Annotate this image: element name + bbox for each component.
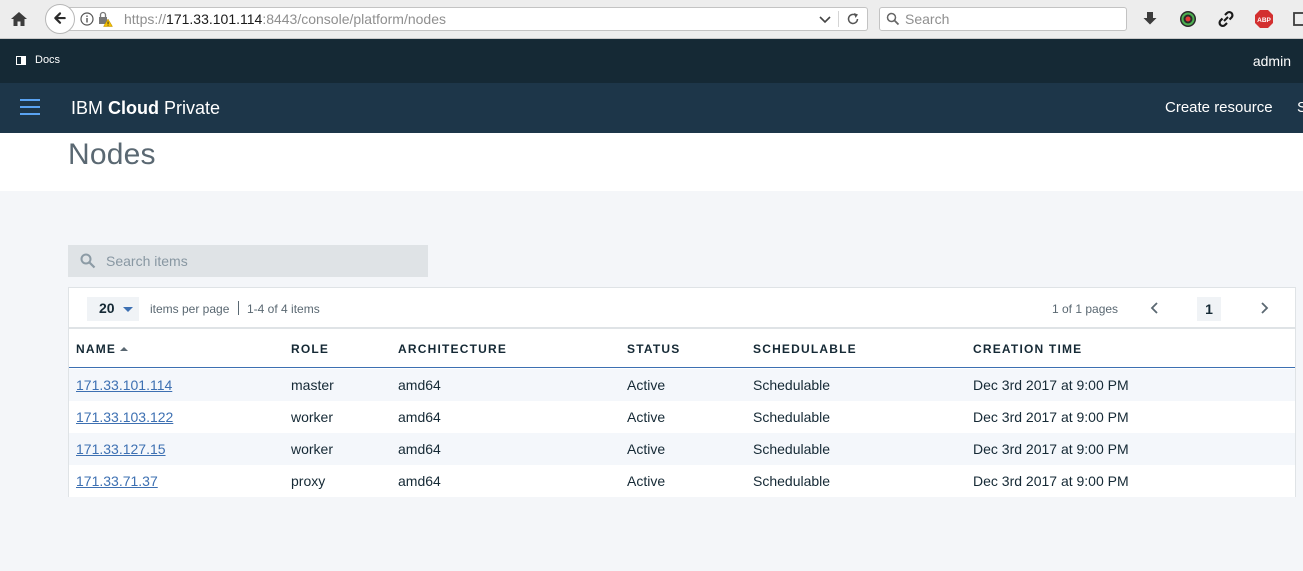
caret-down-icon bbox=[123, 307, 133, 312]
header-menu-item-cutoff[interactable]: S bbox=[1297, 99, 1303, 116]
node-creation-time: Dec 3rd 2017 at 9:00 PM bbox=[973, 409, 1129, 425]
column-header-architecture[interactable]: ARCHITECTURE bbox=[398, 342, 507, 356]
table-row[interactable]: 171.33.103.122 worker amd64 Active Sched… bbox=[69, 401, 1295, 433]
browser-search-field[interactable]: Search bbox=[879, 7, 1127, 31]
node-status: Active bbox=[627, 441, 666, 457]
arrow-left-icon bbox=[54, 12, 66, 24]
url-protocol: https:// bbox=[124, 11, 167, 27]
info-icon[interactable] bbox=[80, 12, 94, 26]
node-name-link[interactable]: 171.33.103.122 bbox=[76, 409, 173, 425]
url-text: https://171.33.101.114:8443/console/plat… bbox=[124, 11, 446, 27]
node-name-link[interactable]: 171.33.71.37 bbox=[76, 473, 158, 489]
node-creation-time: Dec 3rd 2017 at 9:00 PM bbox=[973, 473, 1129, 489]
items-per-page-label: items per page bbox=[150, 302, 230, 316]
column-header-name[interactable]: NAME bbox=[76, 342, 129, 356]
sidebar-toggle-icon[interactable] bbox=[1292, 9, 1303, 29]
top-utility-bar: Docs admin bbox=[0, 39, 1303, 83]
brand-bold: Cloud bbox=[108, 98, 160, 118]
items-per-page-select[interactable]: 20 bbox=[87, 297, 139, 321]
search-bar[interactable] bbox=[68, 245, 428, 277]
node-schedulable: Schedulable bbox=[753, 473, 831, 489]
item-range: 1-4 of 4 items bbox=[247, 302, 320, 316]
items-per-page-value: 20 bbox=[99, 300, 115, 316]
back-button[interactable] bbox=[45, 4, 75, 34]
node-creation-time: Dec 3rd 2017 at 9:00 PM bbox=[973, 377, 1129, 393]
column-header-role[interactable]: ROLE bbox=[291, 342, 329, 356]
home-icon[interactable] bbox=[9, 9, 29, 29]
node-status: Active bbox=[627, 409, 666, 425]
url-bar[interactable]: https://171.33.101.114:8443/console/plat… bbox=[60, 7, 868, 31]
docs-link[interactable]: Docs bbox=[35, 54, 60, 66]
search-input[interactable] bbox=[106, 245, 416, 277]
node-role: master bbox=[291, 377, 334, 393]
url-divider bbox=[838, 11, 839, 27]
search-icon bbox=[886, 12, 900, 26]
browser-search-placeholder: Search bbox=[905, 11, 950, 27]
extension-icon[interactable] bbox=[1178, 9, 1198, 29]
node-name-link[interactable]: 171.33.101.114 bbox=[76, 377, 172, 393]
chevron-down-icon[interactable] bbox=[818, 12, 832, 26]
node-schedulable: Schedulable bbox=[753, 409, 831, 425]
insecure-lock-icon[interactable] bbox=[97, 11, 113, 27]
url-path: :8443/console/platform/nodes bbox=[262, 11, 446, 27]
svg-text:ABP: ABP bbox=[1257, 17, 1271, 24]
node-role: proxy bbox=[291, 473, 326, 489]
table-row[interactable]: 171.33.101.114 master amd64 Active Sched… bbox=[69, 369, 1295, 401]
current-page-button[interactable]: 1 bbox=[1197, 297, 1221, 321]
table-row[interactable]: 171.33.127.15 worker amd64 Active Schedu… bbox=[69, 433, 1295, 465]
node-status: Active bbox=[627, 473, 666, 489]
node-architecture: amd64 bbox=[398, 377, 441, 393]
chevron-left-icon[interactable] bbox=[1147, 300, 1163, 316]
brand-prefix: IBM bbox=[71, 98, 109, 118]
node-name-link[interactable]: 171.33.127.15 bbox=[76, 441, 166, 457]
column-header-creation-time[interactable]: CREATION TIME bbox=[973, 342, 1082, 356]
page-title: Nodes bbox=[68, 138, 156, 171]
node-role: worker bbox=[291, 409, 334, 425]
node-architecture: amd64 bbox=[398, 473, 441, 489]
pager-divider bbox=[238, 301, 239, 315]
brand-suffix: Private bbox=[159, 98, 221, 118]
search-icon bbox=[80, 253, 96, 269]
node-schedulable: Schedulable bbox=[753, 441, 831, 457]
page-count: 1 of 1 pages bbox=[1052, 302, 1119, 316]
adblock-icon[interactable]: ABP bbox=[1254, 9, 1274, 29]
create-resource-button[interactable]: Create resource bbox=[1165, 99, 1273, 116]
browser-toolbar: https://171.33.101.114:8443/console/plat… bbox=[0, 0, 1303, 39]
column-header-schedulable[interactable]: SCHEDULABLE bbox=[753, 342, 857, 356]
docs-icon[interactable] bbox=[16, 56, 26, 65]
node-schedulable: Schedulable bbox=[753, 377, 831, 393]
table-row[interactable]: 171.33.71.37 proxy amd64 Active Schedula… bbox=[69, 465, 1295, 497]
link-icon[interactable] bbox=[1216, 9, 1236, 29]
user-menu[interactable]: admin bbox=[1253, 53, 1291, 69]
url-host: 171.33.101.114 bbox=[166, 11, 263, 27]
reload-icon[interactable] bbox=[846, 12, 860, 26]
download-icon[interactable] bbox=[1140, 9, 1160, 29]
column-header-name-label: NAME bbox=[76, 342, 117, 356]
table-header: NAME ROLE ARCHITECTURE STATUS SCHEDULABL… bbox=[69, 329, 1295, 368]
app-header: IBM Cloud Private Create resource S bbox=[0, 83, 1303, 133]
pagination-bar: 20 items per page 1-4 of 4 items 1 of 1 … bbox=[69, 288, 1295, 329]
node-creation-time: Dec 3rd 2017 at 9:00 PM bbox=[973, 441, 1129, 457]
sort-ascending-icon bbox=[120, 347, 129, 351]
node-role: worker bbox=[291, 441, 334, 457]
page-header: Nodes bbox=[0, 133, 1303, 191]
hamburger-menu-icon[interactable] bbox=[20, 99, 40, 115]
node-architecture: amd64 bbox=[398, 409, 441, 425]
node-architecture: amd64 bbox=[398, 441, 441, 457]
product-brand[interactable]: IBM Cloud Private bbox=[71, 98, 220, 119]
chevron-right-icon[interactable] bbox=[1256, 300, 1272, 316]
column-header-status[interactable]: STATUS bbox=[627, 342, 680, 356]
nodes-table: 20 items per page 1-4 of 4 items 1 of 1 … bbox=[68, 287, 1296, 497]
node-status: Active bbox=[627, 377, 666, 393]
